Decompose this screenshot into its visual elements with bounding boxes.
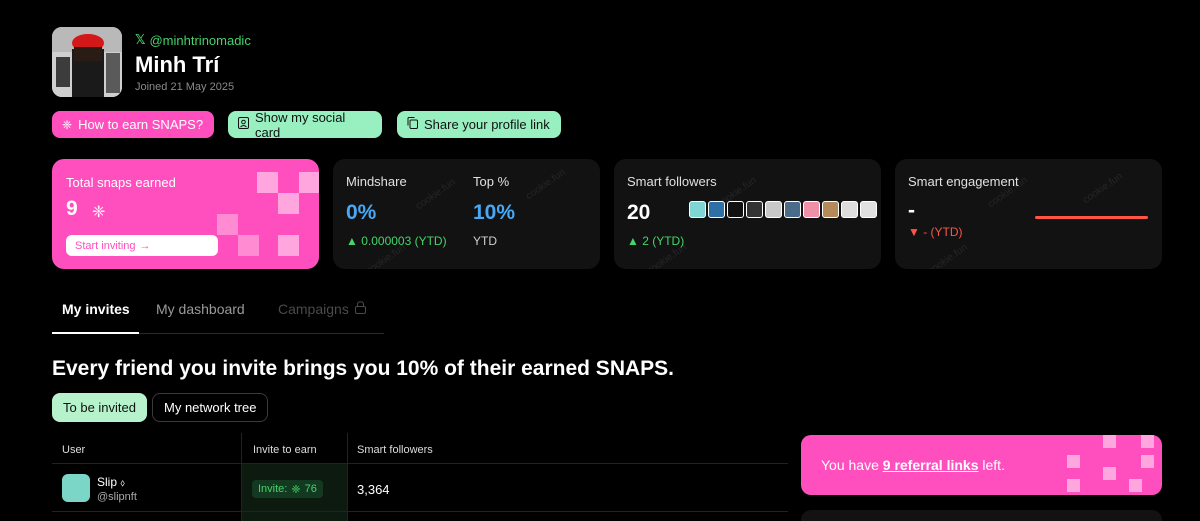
smart-followers-label: Smart followers xyxy=(627,174,717,189)
smart-engagement-value: - xyxy=(908,199,915,222)
invites-table: User Invite to earn Smart followers Slip… xyxy=(52,433,788,521)
table-header: User Invite to earn Smart followers xyxy=(52,433,788,464)
follower-avatars xyxy=(689,201,877,218)
filter-to-be-invited[interactable]: To be invited xyxy=(52,393,147,422)
arrow-right-icon: → xyxy=(139,239,151,252)
follower-avatar[interactable] xyxy=(841,201,858,218)
invite-headline: Every friend you invite brings you 10% o… xyxy=(52,357,674,380)
invite-value: 76 xyxy=(304,483,317,495)
handle-text: @minhtrinomadic xyxy=(149,32,251,48)
filter-network-tree[interactable]: My network tree xyxy=(152,393,269,422)
follower-avatar[interactable] xyxy=(746,201,763,218)
top-percent-sub: YTD xyxy=(473,234,497,248)
watermark: cookie.fun xyxy=(523,166,568,203)
top-percent-label: Top % xyxy=(473,174,510,189)
follower-avatar[interactable] xyxy=(689,201,706,218)
mindshare-value: 0% xyxy=(346,201,377,224)
follower-avatar[interactable] xyxy=(708,201,725,218)
x-handle[interactable]: 𝕏 @minhtrinomadic xyxy=(135,32,251,48)
total-snaps-card: Total snaps earned 9 ❈ Start inviting → xyxy=(52,159,319,269)
social-card-label: Show my social card xyxy=(255,109,346,140)
smart-engagement-change: ▼ - (YTD) xyxy=(908,225,963,239)
x-logo-icon: 𝕏 xyxy=(135,32,146,47)
profile-name: Minh Trí xyxy=(135,52,220,77)
active-tab-indicator xyxy=(52,332,139,334)
invite-label: Invite: xyxy=(258,483,288,495)
referral-banner: You have 9 referral links left. xyxy=(801,435,1162,495)
follower-avatar[interactable] xyxy=(765,201,782,218)
id-card-icon xyxy=(238,117,249,132)
smart-engagement-card: cookie.fun cookie.fun cookie.fun Smart e… xyxy=(895,159,1162,269)
user-name: Slip ⬨ xyxy=(97,475,125,489)
smart-followers-card: cookie.fun cookie.fun Smart followers 20… xyxy=(614,159,881,269)
table-row[interactable]: Slip ⬨ @slipnft Invite: ❈ 76 3,364 xyxy=(52,464,788,512)
follower-avatar[interactable] xyxy=(727,201,744,218)
snaps-icon: ❈ xyxy=(92,204,106,221)
share-profile-link-button[interactable]: Share your profile link xyxy=(397,111,561,138)
follower-avatar[interactable] xyxy=(822,201,839,218)
column-header-invite: Invite to earn xyxy=(253,444,317,456)
tab-campaigns-label: Campaigns xyxy=(278,301,349,317)
tab-my-invites[interactable]: My invites xyxy=(62,301,130,317)
referral-text: You have 9 referral links left. xyxy=(821,457,1005,473)
smart-followers-count: 3,364 xyxy=(357,482,390,497)
how-to-earn-button[interactable]: ❈ How to earn SNAPS? xyxy=(52,111,214,138)
smart-engagement-label: Smart engagement xyxy=(908,174,1019,189)
profile-avatar xyxy=(52,27,122,97)
start-inviting-button[interactable]: Start inviting → xyxy=(66,235,218,256)
top-percent-value: 10% xyxy=(473,201,516,224)
follower-avatar[interactable] xyxy=(860,201,877,218)
invite-button[interactable]: Invite: ❈ 76 xyxy=(252,480,323,498)
watermark: cookie.fun xyxy=(1080,170,1125,207)
start-inviting-label: Start inviting xyxy=(75,239,136,252)
column-header-user: User xyxy=(62,444,86,456)
snaps-icon: ❈ xyxy=(62,117,73,132)
next-panel xyxy=(801,510,1162,521)
tab-campaigns: Campaigns xyxy=(278,301,366,317)
mindshare-change: ▲ 0.000003 (YTD) xyxy=(346,234,447,248)
total-snaps-label: Total snaps earned xyxy=(66,175,176,190)
referral-links-link[interactable]: 9 referral links xyxy=(883,457,979,473)
share-profile-link-label: Share your profile link xyxy=(424,117,550,132)
social-card-button[interactable]: Show my social card xyxy=(228,109,382,140)
joined-date: Joined 21 May 2025 xyxy=(135,81,235,93)
mindshare-label: Mindshare xyxy=(346,174,407,189)
mindshare-card: cookie.fun cookie.fun cookie.fun Mindsha… xyxy=(333,159,600,269)
user-avatar xyxy=(62,474,90,502)
user-handle: @slipnft xyxy=(97,491,137,503)
engagement-trend-line xyxy=(1035,216,1148,219)
copy-icon xyxy=(407,117,418,132)
total-snaps-value: 9 xyxy=(66,197,78,220)
tab-my-dashboard[interactable]: My dashboard xyxy=(156,301,245,317)
smart-followers-value: 20 xyxy=(627,201,651,224)
verified-icon: ⬨ xyxy=(120,478,125,489)
follower-avatar[interactable] xyxy=(803,201,820,218)
invite-tabs: My invites My dashboard Campaigns xyxy=(52,296,384,334)
lock-icon xyxy=(354,301,366,317)
how-to-earn-label: How to earn SNAPS? xyxy=(78,117,204,132)
smart-followers-change: ▲ 2 (YTD) xyxy=(627,234,685,248)
follower-avatar[interactable] xyxy=(784,201,801,218)
column-header-smart-followers: Smart followers xyxy=(357,444,433,456)
watermark: cookie.fun xyxy=(925,241,970,269)
snaps-icon: ❈ xyxy=(291,483,301,496)
watermark: cookie.fun xyxy=(413,176,458,213)
